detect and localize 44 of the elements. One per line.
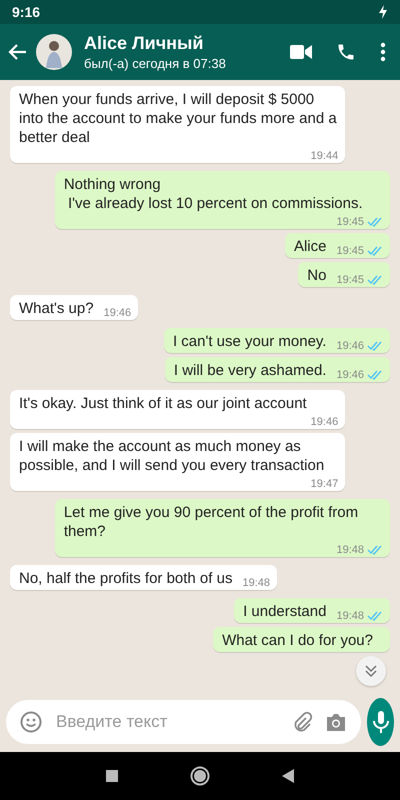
message-text: It's okay. Just think of it as our joint account [19,394,307,413]
message-time: 19:48 [242,576,270,590]
message-time: 19:44 [310,149,338,163]
message-text: Let me give you 90 percent of the profit from them? [64,503,360,541]
phone-icon[interactable] [336,42,356,62]
message-text: What can I do for you? [222,631,373,650]
message-time: 19:45 [336,215,364,229]
contact-name: Alice Личный [84,33,204,54]
video-call-icon[interactable] [290,44,312,60]
back-arrow-icon[interactable] [8,42,28,62]
message-text: No, half the profits for both of us [19,569,232,588]
message-text: Nothing wrong I've already lost 10 percent on commissions. [64,175,363,213]
message-time: 19:48 [336,543,364,557]
message-time: 19:47 [310,477,338,491]
back-icon[interactable] [282,769,294,783]
message-text: Alice [294,237,326,256]
scroll-down-button[interactable] [356,656,386,686]
charging-icon [378,5,388,19]
emoji-icon[interactable] [20,711,42,733]
last-seen: был(-а) сегодня в 07:38 [84,56,226,71]
message-text: What's up? [19,299,94,318]
avatar[interactable] [36,34,72,70]
message-time: 19:45 [336,273,364,287]
message-text: I can't use your money. [172,332,326,351]
status-time: 9:16 [12,4,40,20]
message-text: When your funds arrive, I will deposit $ 5000 into the account to make your funds more and a better deal [19,90,338,147]
message-text: I understand [243,602,326,621]
message-time: 19:46 [336,368,364,382]
message-time: 19:46 [310,415,338,429]
message-time: 19:46 [104,306,132,320]
message-input[interactable]: Введите текст [54,711,279,733]
more-options-icon[interactable] [380,42,386,62]
microphone-button[interactable] [367,698,394,746]
message-time: 19:46 [336,339,364,353]
input-bar[interactable]: Введите текст [6,700,361,744]
home-icon[interactable] [190,766,210,786]
message-time: 19:45 [336,244,364,258]
message-text: No [307,266,326,285]
message-text: I will make the account as much money as possible, and I will send you every transaction [19,437,326,475]
microphone-icon [372,710,390,734]
camera-icon[interactable] [325,712,347,732]
double-chevron-down-icon [364,664,378,678]
message-text: I will be very ashamed. [174,361,326,380]
message-time: 19:48 [336,609,364,623]
